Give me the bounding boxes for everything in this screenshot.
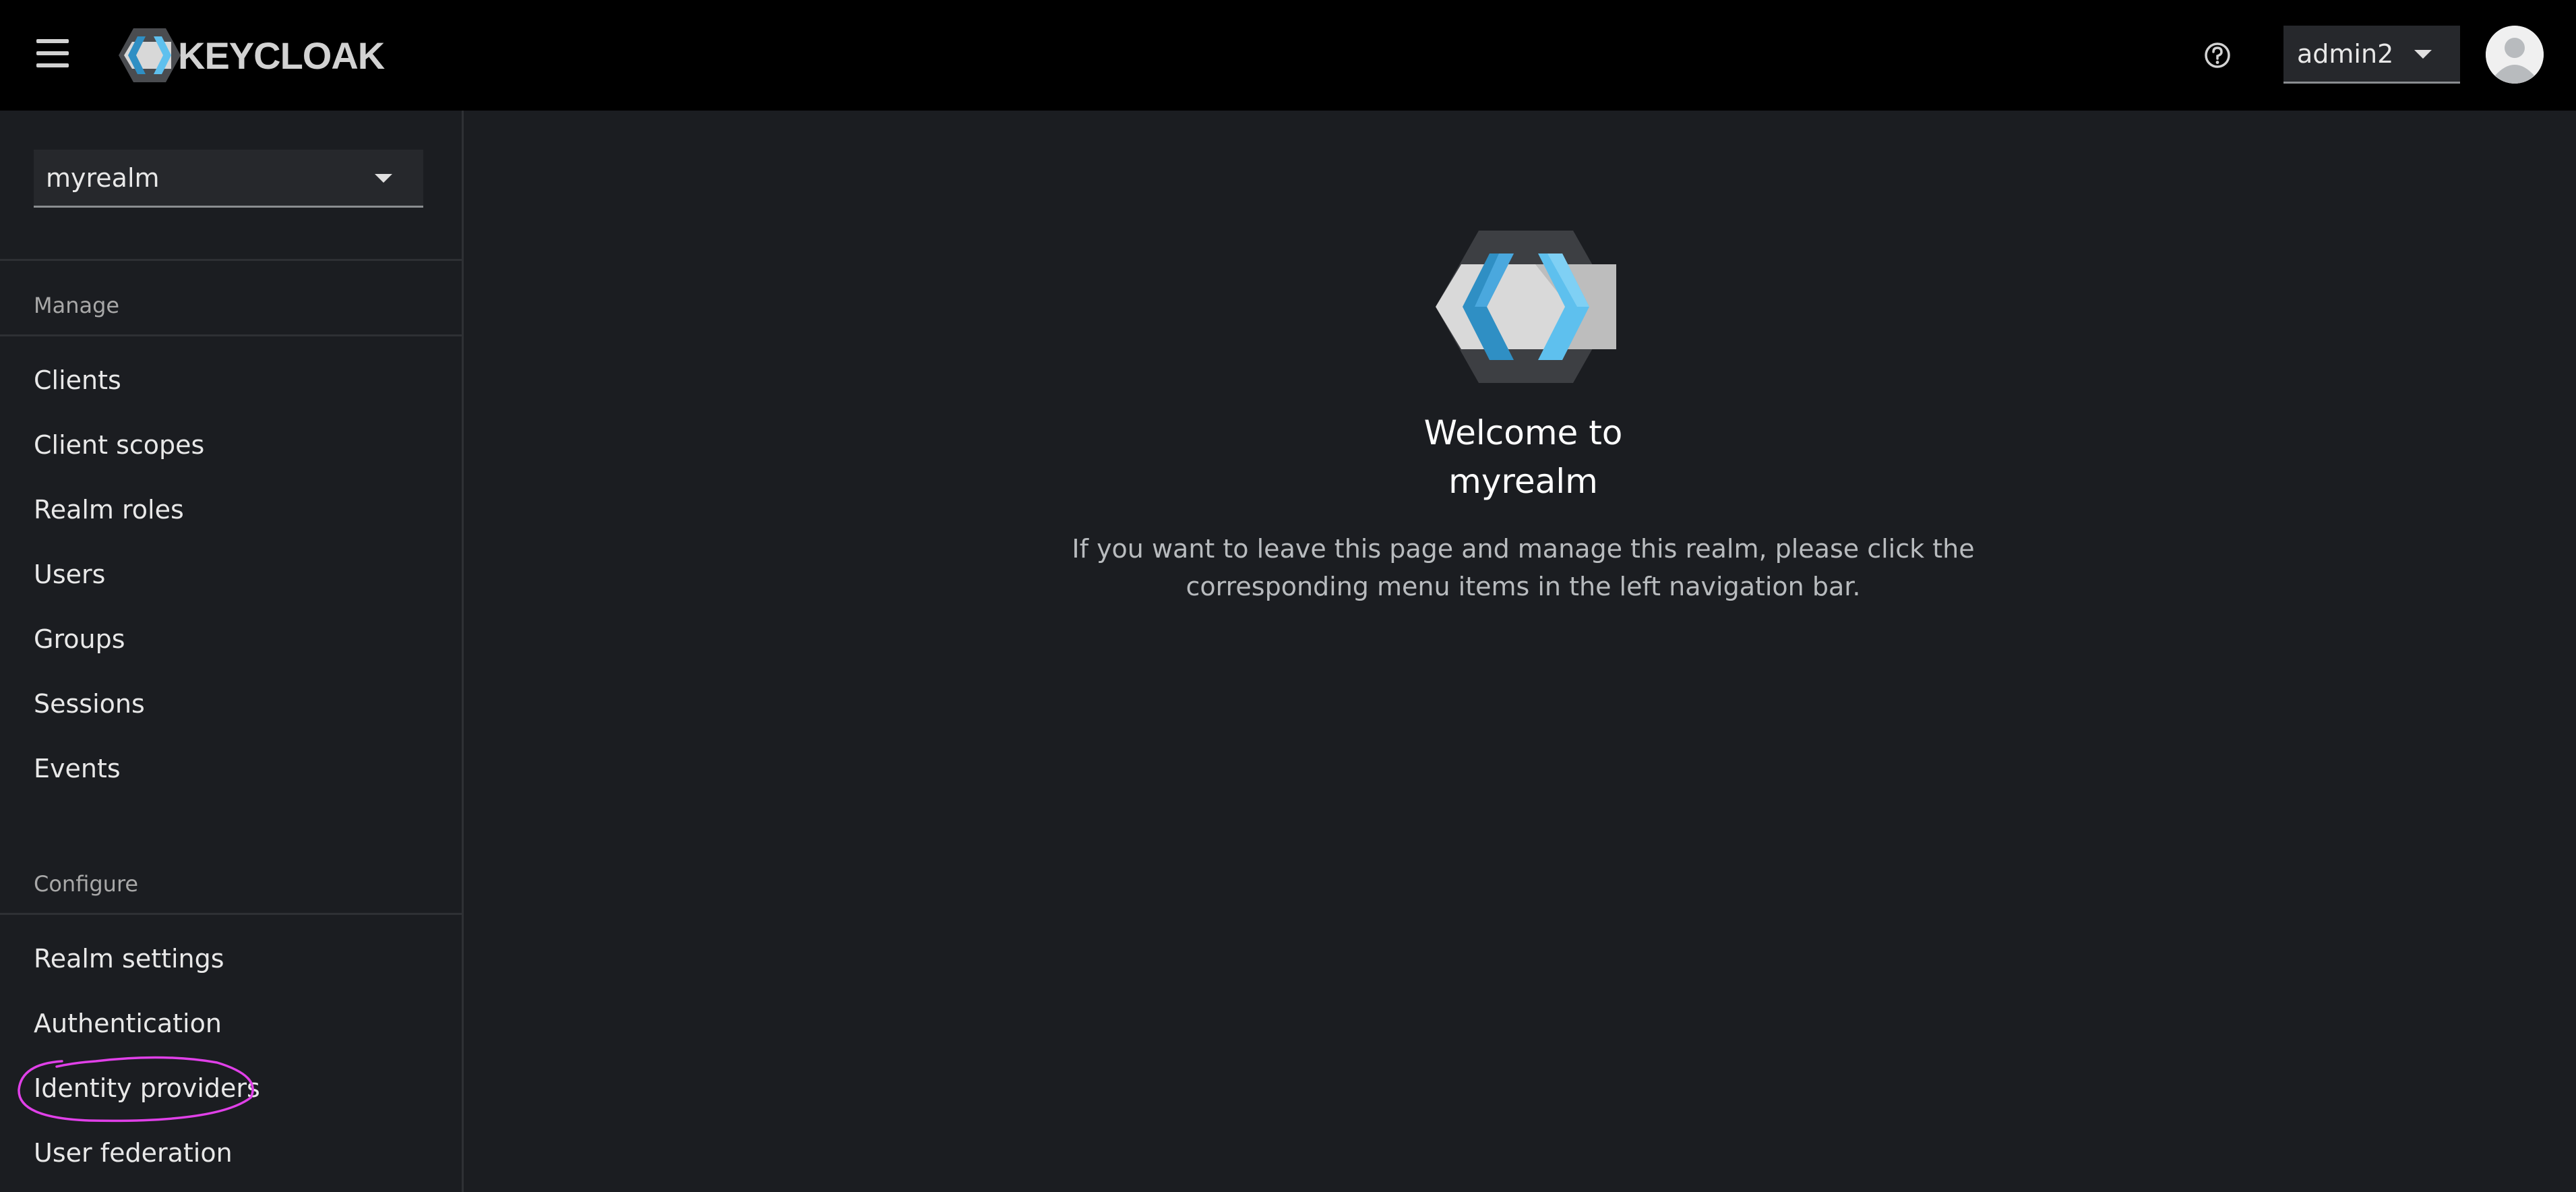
- sidebar-nav: myrealm Manage Clients Client scopes Rea…: [0, 111, 464, 1192]
- user-menu-dropdown[interactable]: admin2: [2283, 26, 2460, 84]
- sidebar-item-client-scopes[interactable]: Client scopes: [34, 430, 204, 460]
- keycloak-welcome-logo-icon: [1436, 231, 1616, 383]
- sidebar-divider: [0, 913, 462, 915]
- sidebar-item-groups[interactable]: Groups: [34, 624, 125, 654]
- chevron-down-icon: [2414, 50, 2432, 59]
- sidebar-item-realm-settings[interactable]: Realm settings: [34, 944, 224, 974]
- hamburger-menu-icon[interactable]: [32, 34, 73, 74]
- section-title-configure: Configure: [34, 871, 139, 897]
- keycloak-logo-icon: [119, 28, 181, 82]
- welcome-heading-realm: myrealm: [1448, 462, 1598, 501]
- sidebar-divider: [0, 334, 462, 336]
- sidebar-item-realm-roles[interactable]: Realm roles: [34, 495, 184, 525]
- sidebar-item-users[interactable]: Users: [34, 560, 105, 589]
- welcome-description: If you want to leave this page and manag…: [1072, 534, 1975, 601]
- user-name: admin2: [2297, 38, 2394, 69]
- realm-selector[interactable]: myrealm: [34, 150, 423, 208]
- user-avatar-icon[interactable]: [2486, 26, 2544, 84]
- chevron-down-icon: [375, 174, 392, 183]
- masthead: KEYCLOAK admin2: [0, 0, 2576, 111]
- sidebar-item-events[interactable]: Events: [34, 754, 121, 783]
- sidebar-item-clients[interactable]: Clients: [34, 365, 121, 395]
- brand-text: KEYCLOAK: [178, 34, 385, 77]
- help-circle-icon[interactable]: [2203, 40, 2232, 70]
- welcome-heading: Welcome to myrealm: [1321, 409, 1725, 506]
- sidebar-divider: [0, 259, 462, 261]
- welcome-heading-line1: Welcome to: [1423, 413, 1623, 452]
- sidebar-item-user-federation[interactable]: User federation: [34, 1138, 233, 1168]
- section-title-manage: Manage: [34, 293, 120, 318]
- sidebar-item-sessions[interactable]: Sessions: [34, 689, 145, 719]
- sidebar-item-identity-providers[interactable]: Identity providers: [34, 1073, 260, 1103]
- sidebar-item-authentication[interactable]: Authentication: [34, 1009, 222, 1038]
- brand-logo[interactable]: KEYCLOAK: [117, 27, 385, 84]
- realm-selector-value: myrealm: [46, 162, 160, 193]
